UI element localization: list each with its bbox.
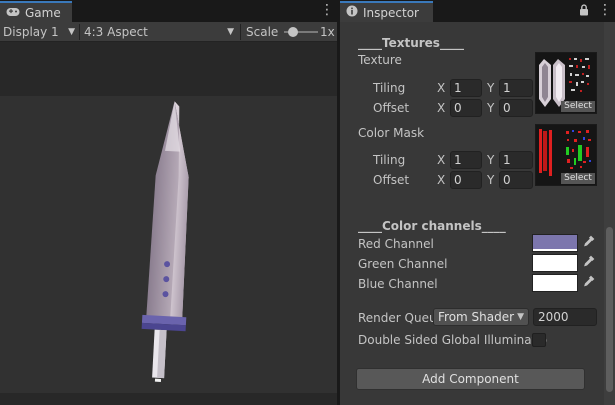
double-sided-gi-label: Double Sided Global Illuminatio: [358, 333, 547, 347]
alpha-bar: [533, 269, 577, 271]
aspect-dropdown[interactable]: 4:3 Aspect ▼: [84, 22, 236, 42]
aspect-dropdown-label: 4:3 Aspect: [84, 25, 148, 39]
color-mask-select-button[interactable]: Select: [561, 173, 595, 184]
mask-offset-x-field[interactable]: 0: [450, 171, 482, 189]
texture-offset-x-field[interactable]: 0: [450, 99, 482, 117]
tab-inspector[interactable]: Inspector: [340, 1, 433, 22]
texture-offset-label: Offset: [373, 101, 410, 115]
texture-tiling-x-label: X: [437, 81, 446, 95]
mask-offset-y-field[interactable]: 0: [499, 171, 533, 189]
mask-tiling-label: Tiling: [373, 153, 406, 167]
add-component-button[interactable]: Add Component: [356, 368, 585, 390]
mask-offset-label: Offset: [373, 173, 410, 187]
texture-offset-x-label: X: [437, 101, 446, 115]
green-channel-color-field[interactable]: [532, 254, 578, 272]
texture-tiling-x-field[interactable]: 1: [450, 79, 482, 97]
textures-header: ____Textures____: [358, 36, 464, 50]
inspector-scrollbar[interactable]: [604, 22, 615, 405]
tab-game[interactable]: Game: [0, 1, 72, 22]
texture-thumbnail[interactable]: Select: [535, 52, 597, 114]
game-tab-bar: Game ⋮: [0, 0, 337, 22]
render-queue-label: Render Queu: [358, 311, 437, 325]
toolbar-divider: [240, 24, 241, 40]
scale-slider-knob[interactable]: [287, 27, 298, 37]
scale-value: 1x: [320, 25, 335, 39]
texture-offset-y-field[interactable]: 0: [499, 99, 533, 117]
gamepad-icon: [6, 6, 20, 20]
game-panel: Game ⋮ Display 1 ▼ 4:3 Aspect ▼ Scale 1x: [0, 0, 337, 405]
eyedropper-icon[interactable]: [581, 255, 597, 271]
game-more-menu-icon[interactable]: ⋮: [320, 3, 334, 17]
red-channel-label: Red Channel: [358, 237, 434, 251]
blue-channel-color-field[interactable]: [532, 274, 578, 292]
mask-offset-y-label: Y: [487, 173, 495, 187]
lock-icon[interactable]: [579, 4, 589, 19]
scale-slider[interactable]: [284, 22, 318, 42]
display-dropdown[interactable]: Display 1 ▼: [3, 22, 77, 42]
mask-tiling-y-field[interactable]: 1: [499, 151, 533, 169]
mask-tiling-y-label: Y: [487, 153, 495, 167]
render-queue-value-field[interactable]: 2000: [533, 308, 597, 326]
texture-tiling-y-field[interactable]: 1: [499, 79, 533, 97]
eyedropper-icon[interactable]: [581, 235, 597, 251]
game-scene: [0, 96, 337, 393]
game-toolbar: Display 1 ▼ 4:3 Aspect ▼ Scale 1x: [0, 22, 337, 42]
scale-label: Scale: [246, 25, 279, 39]
eyedropper-icon[interactable]: [581, 275, 597, 291]
info-icon: [346, 5, 358, 20]
mask-tiling-x-label: X: [437, 153, 446, 167]
texture-offset-y-label: Y: [487, 101, 495, 115]
color-channels-header: ____Color channels____: [358, 219, 506, 233]
red-channel-color-field[interactable]: [532, 234, 578, 252]
alpha-bar: [533, 289, 577, 291]
color-mask-thumbnail[interactable]: Select: [535, 124, 597, 186]
game-viewport[interactable]: [0, 43, 337, 405]
display-dropdown-label: Display 1: [3, 25, 59, 39]
mask-offset-x-label: X: [437, 173, 446, 187]
color-mask-label: Color Mask: [358, 126, 425, 140]
tab-game-label: Game: [25, 5, 61, 20]
render-queue-dropdown-label: From Shader: [438, 310, 515, 324]
tab-inspector-label: Inspector: [363, 5, 419, 20]
mask-tiling-x-field[interactable]: 1: [450, 151, 482, 169]
chevron-down-icon: ▼: [68, 27, 75, 37]
toolbar-divider: [79, 24, 80, 40]
scrollbar-thumb[interactable]: [606, 227, 613, 392]
texture-tiling-y-label: Y: [487, 81, 495, 95]
inspector-tab-bar: Inspector ⋮: [340, 0, 615, 22]
chevron-down-icon: ▼: [517, 312, 524, 322]
render-queue-dropdown[interactable]: From Shader ▼: [433, 308, 529, 326]
blue-channel-label: Blue Channel: [358, 277, 438, 291]
texture-label: Texture: [358, 53, 402, 67]
texture-select-button[interactable]: Select: [561, 101, 595, 112]
sword-render: [141, 101, 189, 382]
inspector-panel: Inspector ⋮ ____Textures____ Texture Til…: [340, 0, 615, 405]
texture-tiling-label: Tiling: [373, 81, 406, 95]
inspector-content: ____Textures____ Texture Tiling X 1 Y 1 …: [340, 22, 615, 405]
alpha-bar: [533, 249, 577, 251]
double-sided-gi-checkbox[interactable]: [532, 333, 546, 347]
green-channel-label: Green Channel: [358, 257, 448, 271]
chevron-down-icon: ▼: [227, 27, 234, 37]
inspector-more-menu-icon[interactable]: ⋮: [598, 3, 612, 17]
